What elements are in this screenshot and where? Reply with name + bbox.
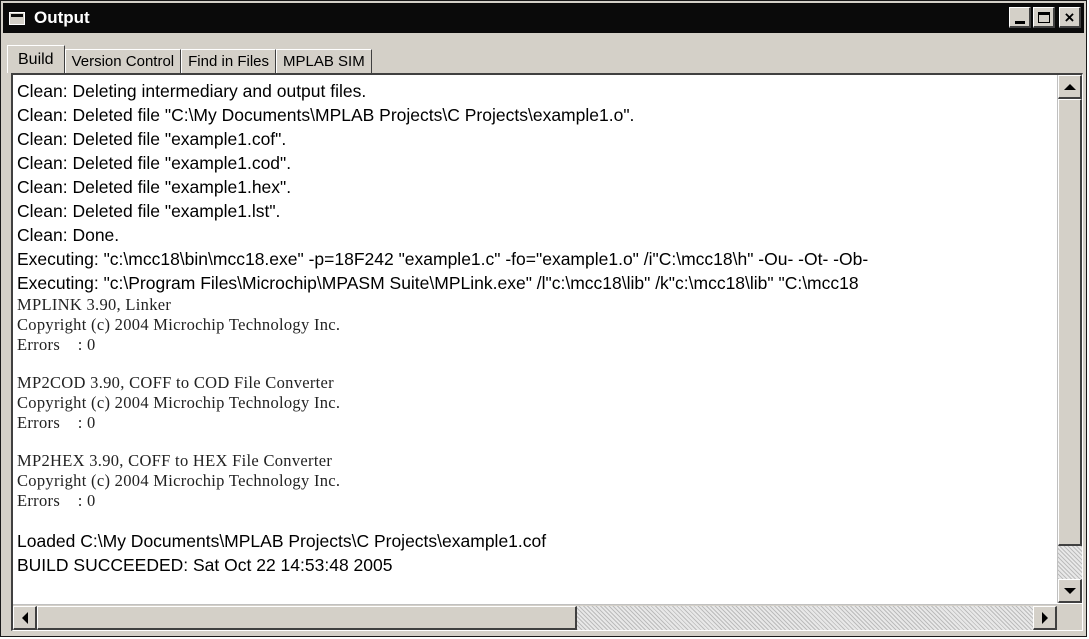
log-line: Clean: Deleted file "example1.hex". — [17, 177, 292, 197]
log-line: Executing: "c:\Program Files\Microchip\M… — [17, 273, 859, 293]
vertical-scrollbar[interactable] — [1057, 75, 1082, 603]
scroll-down-button[interactable] — [1058, 579, 1082, 603]
log-line: Clean: Deleted file "C:\My Documents\MPL… — [17, 105, 635, 125]
tab-mplab-sim[interactable]: MPLAB SIM — [276, 49, 372, 73]
minimize-icon — [1014, 20, 1025, 24]
scrollbar-corner — [1057, 604, 1082, 630]
mp2cod-line: MP2COD 3.90, COFF to COD File Converter — [17, 373, 334, 392]
linker-line: Errors : 0 — [17, 335, 96, 354]
window-icon — [9, 11, 25, 25]
arrow-up-icon — [1063, 83, 1076, 90]
build-result: BUILD SUCCEEDED: Sat Oct 22 14:53:48 200… — [17, 555, 393, 575]
maximize-icon — [1037, 11, 1050, 23]
close-icon: × — [1064, 7, 1075, 27]
mp2hex-line: Copyright (c) 2004 Microchip Technology … — [17, 471, 341, 490]
log-line: Clean: Deleted file "example1.lst". — [17, 201, 281, 221]
title-bar[interactable]: Output × — [3, 3, 1084, 33]
horizontal-scrollbar[interactable] — [13, 604, 1057, 630]
vertical-scroll-thumb[interactable] — [1058, 99, 1082, 546]
arrow-left-icon — [21, 611, 28, 624]
arrow-right-icon — [1041, 611, 1048, 624]
window-controls: × — [1009, 7, 1081, 28]
log-line: Clean: Deleting intermediary and output … — [17, 81, 367, 101]
scroll-left-button[interactable] — [13, 606, 37, 630]
linker-line: MPLINK 3.90, Linker — [17, 295, 172, 314]
scroll-right-button[interactable] — [1033, 606, 1057, 630]
mp2hex-line: Errors : 0 — [17, 491, 96, 510]
linker-line: Copyright (c) 2004 Microchip Technology … — [17, 315, 341, 334]
build-log[interactable]: Clean: Deleting intermediary and output … — [17, 79, 1055, 603]
close-button[interactable]: × — [1059, 7, 1081, 28]
mp2cod-line: Copyright (c) 2004 Microchip Technology … — [17, 393, 341, 412]
vertical-scroll-track[interactable] — [1058, 546, 1082, 579]
minimize-button[interactable] — [1009, 7, 1031, 28]
horizontal-scroll-track[interactable] — [577, 606, 1033, 630]
log-line: Clean: Done. — [17, 225, 120, 245]
tab-find-in-files[interactable]: Find in Files — [181, 49, 276, 73]
loaded-line: Loaded C:\My Documents\MPLAB Projects\C … — [17, 531, 547, 551]
mp2hex-line: MP2HEX 3.90, COFF to HEX File Converter — [17, 451, 333, 470]
log-line: Clean: Deleted file "example1.cod". — [17, 153, 292, 173]
horizontal-scroll-thumb[interactable] — [37, 606, 577, 630]
tab-build[interactable]: Build — [7, 45, 65, 73]
arrow-down-icon — [1063, 587, 1076, 594]
mp2cod-line: Errors : 0 — [17, 413, 96, 432]
scroll-up-button[interactable] — [1058, 75, 1082, 99]
tab-strip: Build Version Control Find in Files MPLA… — [7, 45, 372, 73]
output-window: Output × Build Version Control Find in F… — [0, 0, 1087, 637]
output-pane[interactable]: Clean: Deleting intermediary and output … — [11, 73, 1083, 631]
log-line: Executing: "c:\mcc18\bin\mcc18.exe" -p=1… — [17, 249, 869, 269]
log-line: Clean: Deleted file "example1.cof". — [17, 129, 287, 149]
maximize-button[interactable] — [1033, 7, 1055, 28]
tab-version-control[interactable]: Version Control — [64, 49, 182, 73]
window-title: Output — [34, 8, 90, 27]
